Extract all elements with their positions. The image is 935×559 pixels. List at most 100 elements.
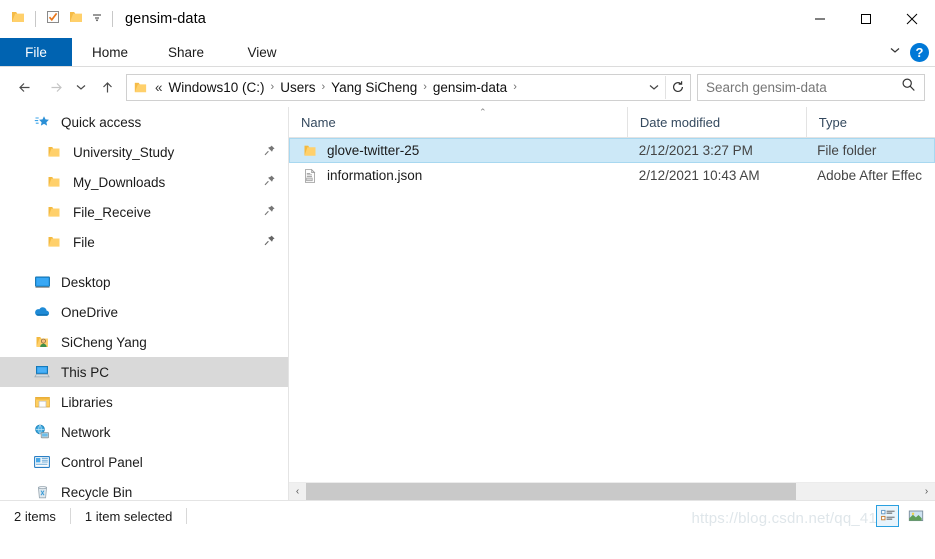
sidebar-item-my-downloads[interactable]: My_Downloads xyxy=(0,167,288,197)
navigation-bar: « Windows10 (C:) › Users › Yang SiCheng … xyxy=(0,67,935,107)
sidebar-item-sicheng-yang[interactable]: SiCheng Yang xyxy=(0,327,288,357)
sidebar-item-label: Libraries xyxy=(61,394,113,410)
window-title: gensim-data xyxy=(125,11,206,27)
recent-locations-button[interactable] xyxy=(70,72,92,102)
folder-icon xyxy=(44,142,64,162)
chevron-down-icon[interactable] xyxy=(888,43,902,62)
sidebar-item-file[interactable]: File xyxy=(0,227,288,257)
sidebar-item-label: University_Study xyxy=(73,144,175,160)
tab-share[interactable]: Share xyxy=(148,38,224,66)
sidebar-item-network[interactable]: Network xyxy=(0,417,288,447)
tab-file[interactable]: File xyxy=(0,38,72,66)
column-header-label: Name xyxy=(301,114,336,130)
breadcrumb-separator-2[interactable]: › xyxy=(318,81,328,93)
scroll-right-arrow[interactable]: › xyxy=(918,483,935,500)
column-headers: Name ⌃ Date modified Type xyxy=(289,107,935,138)
ribbon-right-controls: ? xyxy=(888,38,929,66)
this-pc-icon xyxy=(32,362,52,382)
maximize-button[interactable] xyxy=(843,0,889,38)
file-rows: glove-twitter-25 2/12/2021 3:27 PM File … xyxy=(289,138,935,482)
view-mode-buttons xyxy=(876,505,927,527)
scrollbar-track[interactable] xyxy=(306,483,918,500)
recycle-bin-icon xyxy=(32,482,52,500)
search-input[interactable]: Search gensim-data xyxy=(706,80,827,95)
libraries-icon xyxy=(32,392,52,412)
details-view-button[interactable] xyxy=(876,505,899,527)
address-bar[interactable]: « Windows10 (C:) › Users › Yang SiCheng … xyxy=(126,73,691,101)
file-name: information.json xyxy=(327,168,423,183)
json-file-icon xyxy=(302,168,318,184)
address-dropdown-icon[interactable] xyxy=(643,76,665,99)
quick-access-toolbar xyxy=(0,9,115,30)
breadcrumb-overflow[interactable]: « xyxy=(150,80,166,95)
sidebar-item-quick-access[interactable]: Quick access xyxy=(0,107,288,137)
sidebar-item-label: Recycle Bin xyxy=(61,484,133,500)
column-header-name[interactable]: Name ⌃ xyxy=(289,107,627,137)
window-controls xyxy=(797,0,935,38)
close-button[interactable] xyxy=(889,0,935,38)
status-divider xyxy=(69,508,71,524)
scroll-left-arrow[interactable]: ‹ xyxy=(289,483,306,500)
file-list-pane: Name ⌃ Date modified Type glove-twitter-… xyxy=(289,107,935,500)
file-name-cell: information.json xyxy=(290,168,627,184)
up-button[interactable] xyxy=(92,72,122,102)
large-icons-view-button[interactable] xyxy=(904,505,927,527)
breadcrumb-item-users[interactable]: Users xyxy=(277,80,318,95)
breadcrumb-separator-1[interactable]: › xyxy=(268,81,278,93)
tab-home[interactable]: Home xyxy=(72,38,148,66)
breadcrumb-separator-3[interactable]: › xyxy=(420,81,430,93)
sidebar-item-onedrive[interactable]: OneDrive xyxy=(0,297,288,327)
search-icon[interactable] xyxy=(901,77,916,97)
sidebar-item-desktop[interactable]: Desktop xyxy=(0,267,288,297)
item-count: 2 items xyxy=(14,508,56,524)
control-panel-icon xyxy=(32,452,52,472)
minimize-button[interactable] xyxy=(797,0,843,38)
pin-icon[interactable] xyxy=(263,234,276,250)
refresh-button[interactable] xyxy=(665,75,690,99)
sidebar-item-university-study[interactable]: University_Study xyxy=(0,137,288,167)
pin-icon[interactable] xyxy=(263,144,276,160)
status-bar: 2 items 1 item selected https://blog.csd… xyxy=(0,500,935,531)
pin-icon[interactable] xyxy=(263,174,276,190)
back-button[interactable] xyxy=(10,72,40,102)
new-folder-icon[interactable] xyxy=(68,9,84,30)
file-type: File folder xyxy=(817,143,877,158)
sidebar-item-label: SiCheng Yang xyxy=(61,334,147,350)
customize-dropdown-icon[interactable] xyxy=(91,10,103,28)
sidebar-item-control-panel[interactable]: Control Panel xyxy=(0,447,288,477)
sidebar-item-label: Control Panel xyxy=(61,454,143,470)
search-box[interactable]: Search gensim-data xyxy=(697,73,925,101)
breadcrumb-item-current[interactable]: gensim-data xyxy=(430,80,510,95)
sidebar-item-file-receive[interactable]: File_Receive xyxy=(0,197,288,227)
sidebar-item-recycle-bin[interactable]: Recycle Bin xyxy=(0,477,288,500)
toolbar-divider-2 xyxy=(112,11,113,27)
forward-button[interactable] xyxy=(40,72,70,102)
table-row[interactable]: glove-twitter-25 2/12/2021 3:27 PM File … xyxy=(289,138,935,163)
sidebar-item-label: This PC xyxy=(61,364,110,380)
folder-icon[interactable] xyxy=(10,9,26,30)
table-row[interactable]: information.json 2/12/2021 10:43 AM Adob… xyxy=(289,163,935,188)
horizontal-scrollbar[interactable]: ‹ › xyxy=(289,482,935,500)
quick-access-star-icon xyxy=(32,112,52,132)
sidebar-item-label: OneDrive xyxy=(61,304,119,320)
status-divider-2 xyxy=(186,508,188,524)
column-header-date-modified[interactable]: Date modified xyxy=(626,107,806,137)
help-button[interactable]: ? xyxy=(910,42,929,62)
column-header-type[interactable]: Type xyxy=(805,107,935,137)
breadcrumb-separator-4[interactable]: › xyxy=(510,81,520,93)
tab-view[interactable]: View xyxy=(224,38,300,66)
breadcrumb-item-drive[interactable]: Windows10 (C:) xyxy=(166,80,268,95)
breadcrumb-item-user[interactable]: Yang SiCheng xyxy=(328,80,420,95)
sidebar-item-this-pc[interactable]: This PC xyxy=(0,357,288,387)
properties-checkbox-icon[interactable] xyxy=(45,9,61,30)
sidebar-item-libraries[interactable]: Libraries xyxy=(0,387,288,417)
pin-icon[interactable] xyxy=(263,204,276,220)
selection-info: 1 item selected xyxy=(84,508,173,524)
folder-icon xyxy=(44,172,64,192)
onedrive-cloud-icon xyxy=(32,302,52,322)
sidebar-item-label: File xyxy=(73,234,95,250)
sidebar-item-label: File_Receive xyxy=(73,204,152,220)
breadcrumb: « Windows10 (C:) › Users › Yang SiCheng … xyxy=(127,80,643,95)
scrollbar-thumb[interactable] xyxy=(306,483,796,500)
